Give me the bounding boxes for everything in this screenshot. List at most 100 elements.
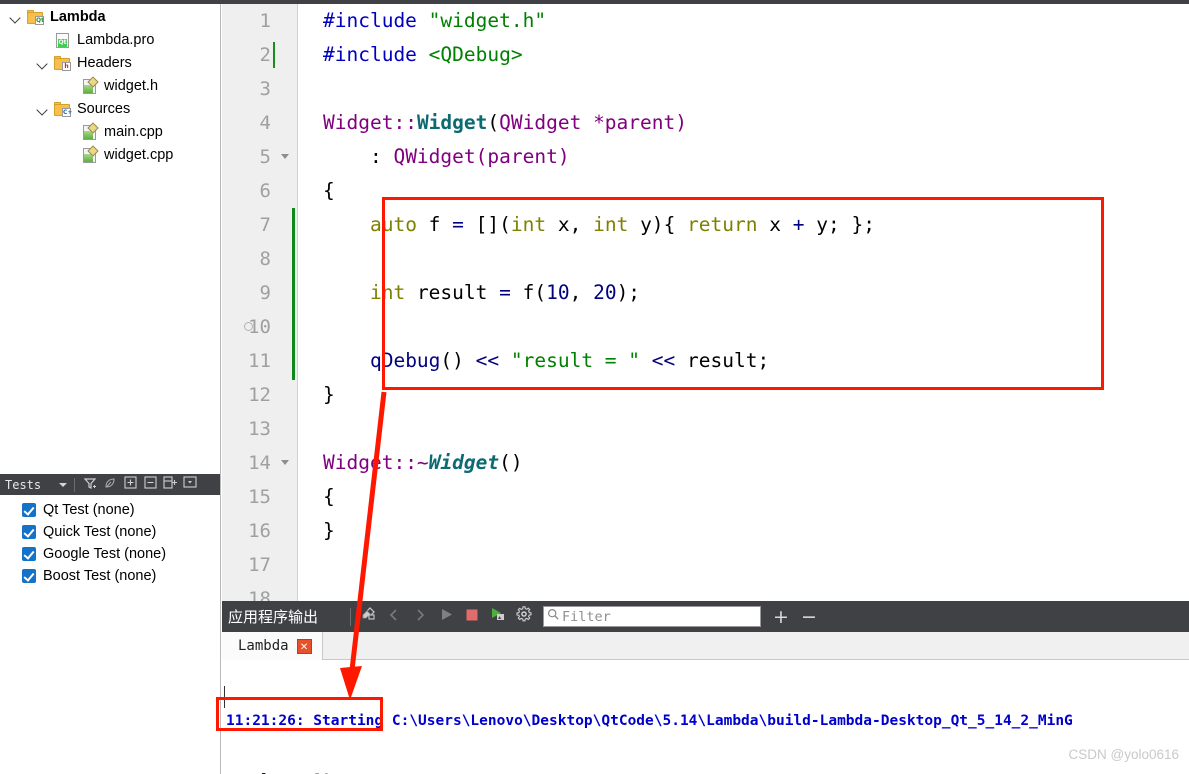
code-token: }	[323, 519, 335, 542]
tree-item-label: Lambda	[50, 9, 106, 25]
code-line[interactable]	[323, 548, 1189, 582]
code-line[interactable]: qDebug() << "result = " << result;	[323, 344, 1189, 378]
breakpoint-marker-icon[interactable]	[244, 322, 253, 331]
code-line[interactable]: {	[323, 480, 1189, 514]
code-line[interactable]: #include "widget.h"	[323, 4, 1189, 38]
line-number[interactable]: 2	[222, 38, 297, 72]
tree-item-widget-cpp[interactable]: widget.cpp	[0, 144, 220, 167]
project-tree[interactable]: Qt Lambda Qt Lambda.pro h Headers widget.h C+ So…	[0, 4, 220, 468]
code-token: );	[616, 281, 641, 304]
checkbox[interactable]	[22, 503, 36, 517]
filter-icon[interactable]	[80, 476, 100, 494]
code-line[interactable]: #include <QDebug>	[323, 38, 1189, 72]
zoom-in-button[interactable]: +	[773, 606, 789, 628]
chevron-down-icon[interactable]	[37, 103, 50, 116]
list-item[interactable]: Qt Test (none)	[0, 499, 220, 521]
leaf-icon[interactable]	[100, 476, 120, 494]
list-item-label: Quick Test (none)	[43, 524, 157, 540]
code-line[interactable]: : QWidget(parent)	[323, 140, 1189, 174]
line-number[interactable]: 5	[222, 140, 297, 174]
add-column-icon[interactable]	[160, 475, 180, 494]
prev-icon[interactable]	[381, 605, 407, 629]
chevron-down-icon[interactable]	[37, 57, 50, 70]
code-line[interactable]: }	[323, 378, 1189, 412]
code-line[interactable]: }	[323, 514, 1189, 548]
checkbox[interactable]	[22, 569, 36, 583]
chevron-down-icon[interactable]	[59, 480, 69, 490]
code-line[interactable]	[323, 582, 1189, 601]
code-line[interactable]	[323, 412, 1189, 446]
code-editor[interactable]: 1 2 3 4 5 6 7 8 9 10 11 12 13 14 15 16 17 18 #include "wi…	[222, 4, 1189, 601]
tree-item-label: Sources	[77, 101, 131, 117]
line-number[interactable]: 9	[222, 276, 297, 310]
chevron-down-icon[interactable]	[10, 11, 23, 24]
fold-triangle-icon[interactable]	[281, 460, 289, 465]
code-token: ()	[440, 349, 476, 372]
file-source-icon	[81, 122, 99, 140]
tree-item-label: Headers	[77, 55, 132, 71]
line-number[interactable]: 15	[222, 480, 297, 514]
checkbox[interactable]	[22, 525, 36, 539]
line-number[interactable]: 7	[222, 208, 297, 242]
checkbox[interactable]	[22, 547, 36, 561]
line-number[interactable]: 17	[222, 548, 297, 582]
options-icon[interactable]	[180, 475, 200, 494]
file-source-icon	[81, 76, 99, 94]
code-line[interactable]: auto f = [](int x, int y){ return x + y;…	[323, 208, 1189, 242]
folder-qt-icon: Qt	[27, 10, 44, 25]
collapse-all-icon[interactable]	[140, 475, 160, 494]
output-tab-lambda[interactable]: Lambda ✕	[222, 632, 323, 660]
tree-item-lambda-pro[interactable]: Qt Lambda.pro	[0, 29, 220, 52]
line-number[interactable]: 18	[222, 582, 297, 601]
line-number[interactable]: 10	[222, 310, 297, 344]
next-icon[interactable]	[407, 605, 433, 629]
line-number[interactable]: 1	[222, 4, 297, 38]
code-token: y)	[628, 213, 664, 236]
tree-item-label: widget.h	[104, 78, 159, 94]
filter-input[interactable]: Filter	[543, 606, 762, 627]
code-line[interactable]: Widget::~Widget()	[323, 446, 1189, 480]
attach-debugger-icon[interactable]	[485, 605, 511, 629]
expand-all-icon[interactable]	[120, 475, 140, 494]
list-item[interactable]: Boost Test (none)	[0, 565, 220, 587]
code-line[interactable]	[323, 242, 1189, 276]
line-number[interactable]: 4	[222, 106, 297, 140]
close-icon[interactable]: ✕	[296, 638, 312, 654]
tests-panel-header[interactable]: Tests	[0, 474, 220, 495]
code-token: <QDebug>	[428, 43, 523, 66]
settings-icon[interactable]	[511, 605, 537, 629]
run-icon[interactable]	[433, 605, 459, 629]
output-text[interactable]: 11:21:26: Starting C:\Users\Lenovo\Deskt…	[222, 660, 1189, 774]
line-number[interactable]: 12	[222, 378, 297, 412]
list-item-label: Qt Test (none)	[43, 502, 135, 518]
output-line: result = 30	[222, 767, 1189, 774]
line-number[interactable]: 16	[222, 514, 297, 548]
tree-item-headers[interactable]: h Headers	[0, 52, 220, 75]
line-number[interactable]: 3	[222, 72, 297, 106]
clear-icon[interactable]	[355, 605, 381, 629]
code-line[interactable]	[323, 310, 1189, 344]
code-line[interactable]: Widget::Widget(QWidget *parent)	[323, 106, 1189, 140]
tree-item-sources[interactable]: C+ Sources	[0, 98, 220, 121]
line-number[interactable]: 6	[222, 174, 297, 208]
list-item[interactable]: Quick Test (none)	[0, 521, 220, 543]
tree-item-main-cpp[interactable]: main.cpp	[0, 121, 220, 144]
stop-icon[interactable]	[459, 605, 485, 629]
code-line[interactable]: int result = f(10, 20);	[323, 276, 1189, 310]
code-text[interactable]: #include "widget.h" #include <QDebug> Wid…	[298, 4, 1189, 601]
line-number[interactable]: 11	[222, 344, 297, 378]
line-number[interactable]: 8	[222, 242, 297, 276]
line-number[interactable]: 13	[222, 412, 297, 446]
tests-list[interactable]: Qt Test (none) Quick Test (none) Google Te…	[0, 495, 220, 615]
fold-triangle-icon[interactable]	[281, 154, 289, 159]
code-line[interactable]: {	[323, 174, 1189, 208]
code-token: }	[323, 383, 335, 406]
tree-item-lambda[interactable]: Qt Lambda	[0, 6, 220, 29]
editor-gutter[interactable]: 1 2 3 4 5 6 7 8 9 10 11 12 13 14 15 16 17 18	[222, 4, 298, 601]
list-item[interactable]: Google Test (none)	[0, 543, 220, 565]
line-number[interactable]: 14	[222, 446, 297, 480]
tree-item-widget-h[interactable]: widget.h	[0, 75, 220, 98]
zoom-out-button[interactable]: −	[801, 606, 817, 628]
code-line[interactable]	[323, 72, 1189, 106]
